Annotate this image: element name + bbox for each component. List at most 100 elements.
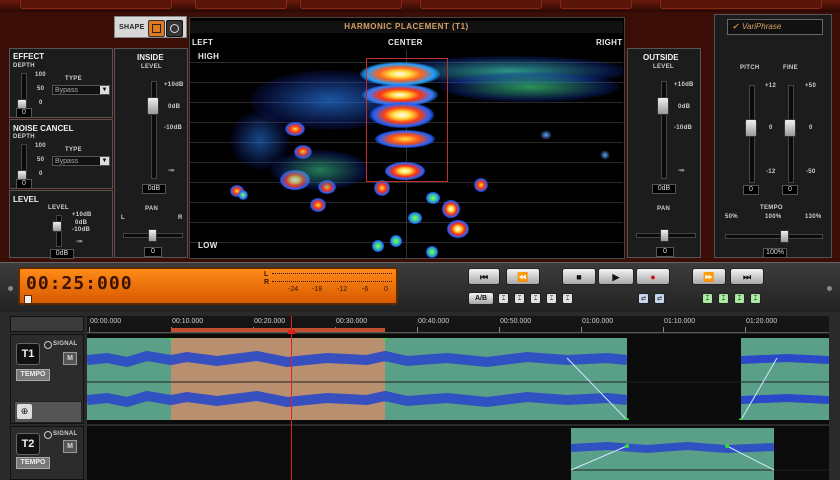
inside-zone-frame[interactable] xyxy=(366,58,448,182)
track-2-signal-label: SIGNAL xyxy=(53,431,78,437)
ab-loop-button[interactable]: A/B xyxy=(468,292,494,305)
track-1-mute-button[interactable]: M xyxy=(63,352,77,365)
toolbar-button[interactable] xyxy=(20,0,172,9)
toolbar-button[interactable] xyxy=(300,0,402,9)
harmonic-heatmap[interactable]: HIGH LOW xyxy=(190,50,623,258)
track-2-mute-label: M xyxy=(67,443,73,450)
inside-scale-minus10: -10dB xyxy=(164,125,183,131)
track-1-number: T1 xyxy=(16,343,40,365)
skip-to-end-button[interactable]: ⏭ xyxy=(730,268,764,285)
time-mark-40: 00:40.000 xyxy=(418,318,450,325)
effect-type-dropdown[interactable]: Bypass ▼ xyxy=(52,85,110,95)
circle-icon xyxy=(170,24,179,33)
loop-range[interactable] xyxy=(171,328,385,332)
level-panel: LEVEL LEVEL +10dB 0dB -10dB -∞ 0dB xyxy=(9,190,113,259)
square-icon xyxy=(152,24,161,33)
track-2-tempo-button[interactable]: TEMPO xyxy=(16,457,50,469)
track-1-waveform xyxy=(87,338,829,420)
loop-mode-button-2[interactable]: ⇄ xyxy=(654,293,665,304)
rewind-to-start-button[interactable]: ⏮ xyxy=(468,268,500,285)
track-1-zoom-area: ⊕ xyxy=(14,401,82,423)
track-2-lane[interactable] xyxy=(87,426,829,480)
harmonic-high-label: HIGH xyxy=(198,52,220,61)
level-meter-r xyxy=(272,281,392,283)
tempo-label: TEMPO xyxy=(760,205,783,211)
effect-type-label: TYPE xyxy=(65,76,82,82)
pitch-value: 0 xyxy=(743,185,759,195)
noise-cancel-title: NOISE CANCEL xyxy=(13,124,74,133)
fast-forward-icon: ⏩ xyxy=(703,272,715,282)
track-2-number: T2 xyxy=(16,433,40,455)
rewind-button[interactable]: ⏪ xyxy=(506,268,540,285)
record-icon: ● xyxy=(650,272,656,282)
inside-scale-0: 0dB xyxy=(168,104,181,110)
tempo-knob[interactable] xyxy=(780,230,789,243)
signal-radio-icon[interactable] xyxy=(44,341,52,349)
track-2-tempo-label: TEMPO xyxy=(20,459,46,466)
inside-pan-knob[interactable] xyxy=(148,229,157,242)
noise-cancel-type-dropdown[interactable]: Bypass ▼ xyxy=(52,156,110,166)
level-scale-inf: -∞ xyxy=(76,239,83,245)
inside-level-value: 0dB xyxy=(142,184,166,194)
level-sub-label: LEVEL xyxy=(48,205,69,211)
locator-button-2[interactable]: ⌶ xyxy=(718,293,729,304)
fast-forward-button[interactable]: ⏩ xyxy=(692,268,726,285)
marker-button-2[interactable]: ⌶ xyxy=(514,293,525,304)
meter-scale-0: 0 xyxy=(384,286,388,293)
pitch-slider[interactable] xyxy=(745,119,757,137)
time-mark-0: 00:00.000 xyxy=(90,318,122,325)
noise-scale-100: 100 xyxy=(35,143,46,149)
outside-pan-knob[interactable] xyxy=(660,229,669,242)
marker-button-1[interactable]: ⌶ xyxy=(498,293,509,304)
record-button[interactable]: ● xyxy=(636,268,670,285)
fine-slider[interactable] xyxy=(784,119,796,137)
track-2-mute-button[interactable]: M xyxy=(63,440,77,453)
marker-button-4[interactable]: ⌶ xyxy=(546,293,557,304)
inside-title: INSIDE xyxy=(137,53,164,62)
effect-panel: EFFECT DEPTH 100 50 0 TYPE Bypass ▼ 0 xyxy=(9,48,113,118)
playhead[interactable] xyxy=(291,316,292,480)
signal-radio-icon[interactable] xyxy=(44,431,52,439)
tempo-track[interactable] xyxy=(725,234,823,239)
screw-icon xyxy=(827,286,832,291)
effect-scale-0: 0 xyxy=(39,100,43,106)
toolbar-button[interactable] xyxy=(420,0,542,9)
loop-icon: ⇄ xyxy=(656,296,663,302)
outside-level-track[interactable] xyxy=(661,81,667,179)
timeline-ruler[interactable]: 00:00.000 00:10.000 00:20.000 00:30.000 … xyxy=(87,316,829,333)
playhead-marker[interactable] xyxy=(288,330,295,334)
locator-icon: ⌶ xyxy=(737,296,742,302)
play-button[interactable]: ▶ xyxy=(598,268,634,285)
marker-button-5[interactable]: ⌶ xyxy=(562,293,573,304)
marker-icon: ⌶ xyxy=(533,296,538,302)
level-slider[interactable] xyxy=(52,221,62,232)
shape-circle-button[interactable] xyxy=(166,20,183,37)
level-title: LEVEL xyxy=(13,195,39,204)
toolbar-button[interactable] xyxy=(560,0,632,9)
marker-button-3[interactable]: ⌶ xyxy=(530,293,541,304)
inside-level-track[interactable] xyxy=(151,81,157,179)
toolbar-button[interactable] xyxy=(660,0,822,9)
track-1-tempo-button[interactable]: TEMPO xyxy=(16,369,50,381)
harmonic-center-label: CENTER xyxy=(388,38,423,47)
level-scale-0: 0dB xyxy=(75,220,88,226)
outside-level-slider[interactable] xyxy=(657,97,669,115)
shape-square-button[interactable] xyxy=(148,20,165,37)
loop-icon: ⇄ xyxy=(640,296,647,302)
track-1-lane[interactable] xyxy=(87,334,829,424)
locator-button-1[interactable]: ⌶ xyxy=(702,293,713,304)
noise-cancel-type-value: Bypass xyxy=(55,158,78,165)
stop-button[interactable]: ■ xyxy=(562,268,596,285)
zoom-icon[interactable]: ⊕ xyxy=(17,404,32,419)
inside-pan-l: L xyxy=(121,215,125,221)
noise-cancel-depth-value: 0 xyxy=(16,179,32,189)
effect-scale-50: 50 xyxy=(37,86,45,92)
loop-mode-button-1[interactable]: ⇄ xyxy=(638,293,649,304)
time-mark-60: 01:00.000 xyxy=(582,318,614,325)
toolbar-button[interactable] xyxy=(195,0,287,9)
pitch-scale-0: 0 xyxy=(769,125,773,131)
inside-level-slider[interactable] xyxy=(147,97,159,115)
locator-button-4[interactable]: ⌶ xyxy=(750,293,761,304)
locator-button-3[interactable]: ⌶ xyxy=(734,293,745,304)
position-handle[interactable] xyxy=(24,295,32,304)
